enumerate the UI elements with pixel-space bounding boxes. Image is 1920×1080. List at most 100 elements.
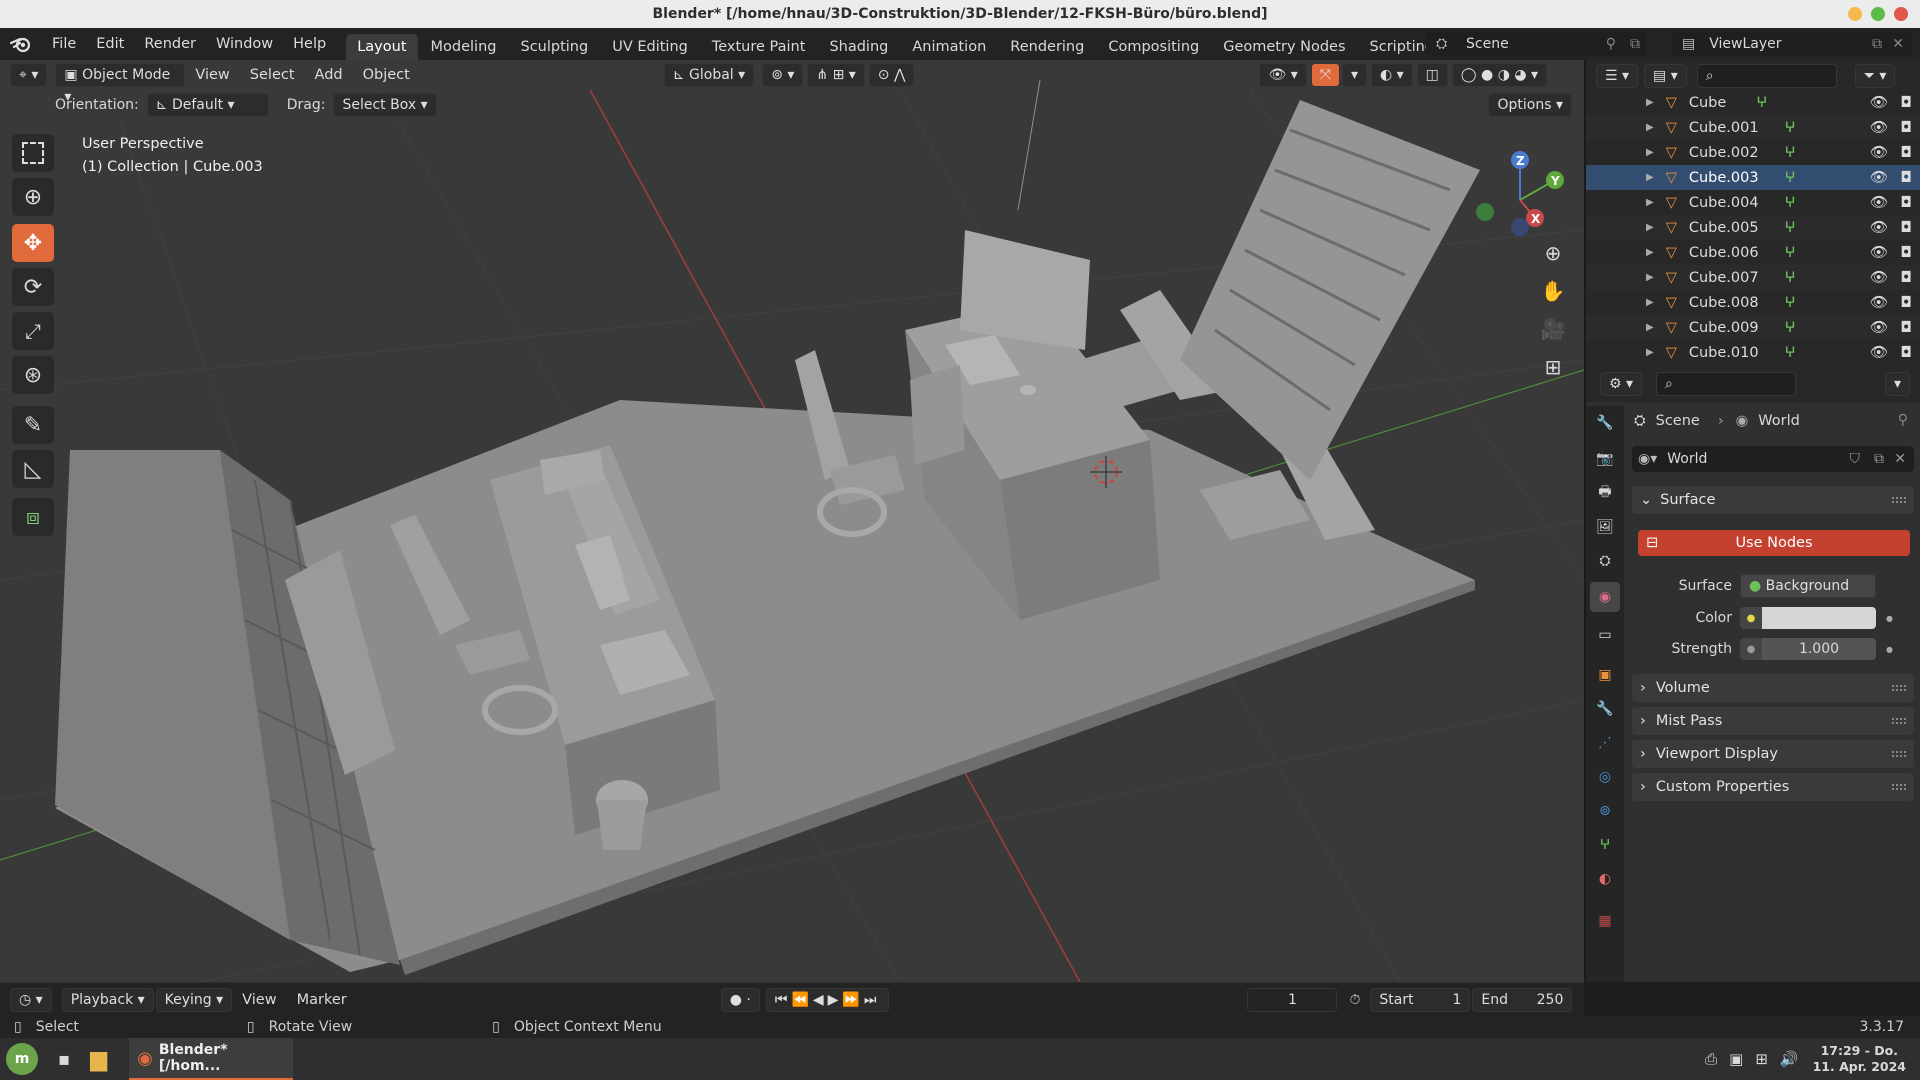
visibility-icon[interactable]: 👁 ▾ xyxy=(1259,63,1307,87)
gizmo-dropdown-icon[interactable]: ▾ xyxy=(1341,63,1367,87)
network-icon[interactable]: ⊞ xyxy=(1755,1050,1768,1068)
color-swatch[interactable] xyxy=(1762,607,1876,629)
menu-window[interactable]: Window xyxy=(206,28,283,60)
expand-icon[interactable]: ▶ xyxy=(1646,122,1654,133)
tab-view-layer-icon[interactable]: 🖼 xyxy=(1590,512,1620,542)
overlay-icon[interactable]: ◐ ▾ xyxy=(1370,63,1413,87)
use-nodes-button[interactable]: ⊟ Use Nodes xyxy=(1638,530,1910,556)
volume-icon[interactable]: 🔊 xyxy=(1780,1050,1799,1068)
record-icon[interactable]: ● ⋅ xyxy=(720,987,760,1012)
visibility-eye-icon[interactable]: 👁 xyxy=(1870,344,1888,361)
tab-layout[interactable]: Layout xyxy=(346,34,418,60)
transform-orientation-dropdown[interactable]: ⊾ Global ▾ xyxy=(663,63,755,87)
maximize-button[interactable] xyxy=(1871,7,1885,21)
panel-grip-icon[interactable] xyxy=(1892,784,1906,790)
render-camera-icon[interactable]: ◘ xyxy=(1901,145,1912,161)
filter-icon[interactable]: ⏷ ▾ xyxy=(1854,64,1896,88)
tab-constraints-icon[interactable]: ⊚ xyxy=(1590,796,1620,826)
visibility-eye-icon[interactable]: 👁 xyxy=(1870,194,1888,211)
annotate-tool[interactable]: ✎ xyxy=(12,406,54,444)
menu-help[interactable]: Help xyxy=(283,28,336,60)
visibility-eye-icon[interactable]: 👁 xyxy=(1870,294,1888,311)
mode-dropdown[interactable]: ▣ Object Mode ▾ xyxy=(55,63,186,105)
world-name-field[interactable]: World xyxy=(1667,451,1707,467)
vp-menu-select[interactable]: Select xyxy=(240,60,305,91)
snap-icon[interactable]: ⋔ ⊞ ▾ xyxy=(807,63,865,87)
properties-editor-icon[interactable]: ⚙ ▾ xyxy=(1600,372,1643,396)
render-camera-icon[interactable]: ◘ xyxy=(1901,320,1912,336)
tab-texture-icon[interactable]: ▦ xyxy=(1590,906,1620,936)
zoom-icon[interactable]: ⊕ xyxy=(1536,236,1570,270)
render-camera-icon[interactable]: ◘ xyxy=(1901,170,1912,186)
pin-icon[interactable]: ⚲ xyxy=(1606,36,1616,52)
world-datablock-selector[interactable]: ◉▾ World ⛉ ⧉ ✕ xyxy=(1632,446,1914,472)
tab-output-icon[interactable]: 🖶 xyxy=(1590,478,1620,508)
scale-tool[interactable]: ⤢ xyxy=(12,312,54,350)
outliner-row-cube-002[interactable]: ▶ ▽ Cube.002 ⵖ 👁 ◘ xyxy=(1586,140,1920,165)
expand-icon[interactable]: ▶ xyxy=(1646,297,1654,308)
playback-controls-icon[interactable]: ⏮⏪◀▶⏩⏭ xyxy=(765,987,890,1012)
options-dropdown[interactable]: Options ▾ xyxy=(1488,93,1572,117)
expand-icon[interactable]: ▶ xyxy=(1646,272,1654,283)
outliner-row-cube-006[interactable]: ▶ ▽ Cube.006 ⵖ 👁 ◘ xyxy=(1586,240,1920,265)
shading-modes-icon[interactable]: ◯ ● ◑ ◕ ▾ xyxy=(1451,63,1548,87)
mist-pass-panel-header[interactable]: › Mist Pass xyxy=(1632,707,1914,735)
tab-particles-icon[interactable]: ⋰ xyxy=(1590,728,1620,758)
color-socket-icon[interactable]: ● xyxy=(1740,607,1762,629)
new-viewlayer-icon[interactable]: ⧉ xyxy=(1872,36,1882,52)
move-tool[interactable]: ✥ xyxy=(12,224,54,262)
outliner-row-cube[interactable]: ▶ ▽ Cube ⵖ 👁 ◘ xyxy=(1586,90,1920,115)
render-camera-icon[interactable]: ◘ xyxy=(1901,120,1912,136)
scene-selector[interactable]: ⛭ Scene ⚲ ⧉ xyxy=(1426,32,1646,56)
menu-launcher-icon[interactable]: m xyxy=(6,1043,38,1075)
select-box-tool[interactable] xyxy=(12,134,54,172)
fake-user-icon[interactable]: ⛉ xyxy=(1850,451,1861,467)
visibility-eye-icon[interactable]: 👁 xyxy=(1870,219,1888,236)
visibility-eye-icon[interactable]: 👁 xyxy=(1870,119,1888,136)
tab-render-icon[interactable]: 📷 xyxy=(1590,444,1620,474)
timeline-editor-icon[interactable]: ◷ ▾ xyxy=(10,987,52,1012)
terminal-icon[interactable]: ▪ xyxy=(58,1049,70,1070)
expand-icon[interactable]: ▶ xyxy=(1646,222,1654,233)
viewlayer-selector[interactable]: ▤ ViewLayer ⧉ ✕ xyxy=(1672,32,1912,56)
add-cube-tool[interactable]: ⧈ xyxy=(12,498,54,536)
expand-icon[interactable]: ▶ xyxy=(1646,147,1654,158)
visibility-eye-icon[interactable]: 👁 xyxy=(1870,244,1888,261)
start-frame-field[interactable]: Start 1 xyxy=(1370,987,1471,1012)
render-camera-icon[interactable]: ◘ xyxy=(1901,195,1912,211)
outliner-row-cube-009[interactable]: ▶ ▽ Cube.009 ⵖ 👁 ◘ xyxy=(1586,315,1920,340)
expand-icon[interactable]: ▶ xyxy=(1646,172,1654,183)
render-camera-icon[interactable]: ◘ xyxy=(1901,95,1912,111)
current-frame-field[interactable]: 1 xyxy=(1247,987,1338,1012)
gizmo-toggle-icon[interactable]: ⤧ xyxy=(1310,63,1340,87)
3d-viewport[interactable]: ⌖ ▾ ▣ Object Mode ▾ View Select Add Obje… xyxy=(0,60,1584,982)
viewport-display-panel-header[interactable]: › Viewport Display xyxy=(1632,740,1914,768)
rotate-tool[interactable]: ⟳ xyxy=(12,268,54,306)
keyframe-dot-icon[interactable]: ● xyxy=(1886,614,1893,623)
tab-modifiers-icon[interactable]: 🔧 xyxy=(1590,694,1620,724)
visibility-eye-icon[interactable]: 👁 xyxy=(1870,319,1888,336)
outliner-row-cube-007[interactable]: ▶ ▽ Cube.007 ⵖ 👁 ◘ xyxy=(1586,265,1920,290)
outliner-row-cube-001[interactable]: ▶ ▽ Cube.001 ⵖ 👁 ◘ xyxy=(1586,115,1920,140)
tab-compositing[interactable]: Compositing xyxy=(1097,34,1210,60)
outliner-row-cube-010[interactable]: ▶ ▽ Cube.010 ⵖ 👁 ◘ xyxy=(1586,340,1920,365)
unlink-world-icon[interactable]: ✕ xyxy=(1894,451,1906,467)
folder-icon[interactable]: ▆ xyxy=(90,1047,107,1072)
display-mode-icon[interactable]: ▤ ▾ xyxy=(1644,64,1687,88)
clock[interactable]: 17:29 - Do. 11. Apr. 2024 xyxy=(1813,1043,1906,1075)
properties-options-icon[interactable]: ▾ xyxy=(1884,372,1910,396)
xray-icon[interactable]: ◫ xyxy=(1416,63,1448,87)
menu-edit[interactable]: Edit xyxy=(86,28,134,60)
outliner-editor-icon[interactable]: ☰ ▾ xyxy=(1596,64,1639,88)
panel-grip-icon[interactable] xyxy=(1892,751,1906,757)
expand-icon[interactable]: ▶ xyxy=(1646,347,1654,358)
tab-material-icon[interactable]: ◐ xyxy=(1590,864,1620,894)
properties-search-input[interactable]: ⌕ xyxy=(1656,372,1797,396)
editor-type-icon[interactable]: ⌖ ▾ xyxy=(10,63,48,87)
render-camera-icon[interactable]: ◘ xyxy=(1901,245,1912,261)
transform-tool[interactable]: ⊛ xyxy=(12,356,54,394)
new-scene-icon[interactable]: ⧉ xyxy=(1630,36,1640,52)
menu-file[interactable]: File xyxy=(42,28,86,60)
visibility-eye-icon[interactable]: 👁 xyxy=(1870,94,1888,111)
panel-grip-icon[interactable] xyxy=(1892,685,1906,691)
